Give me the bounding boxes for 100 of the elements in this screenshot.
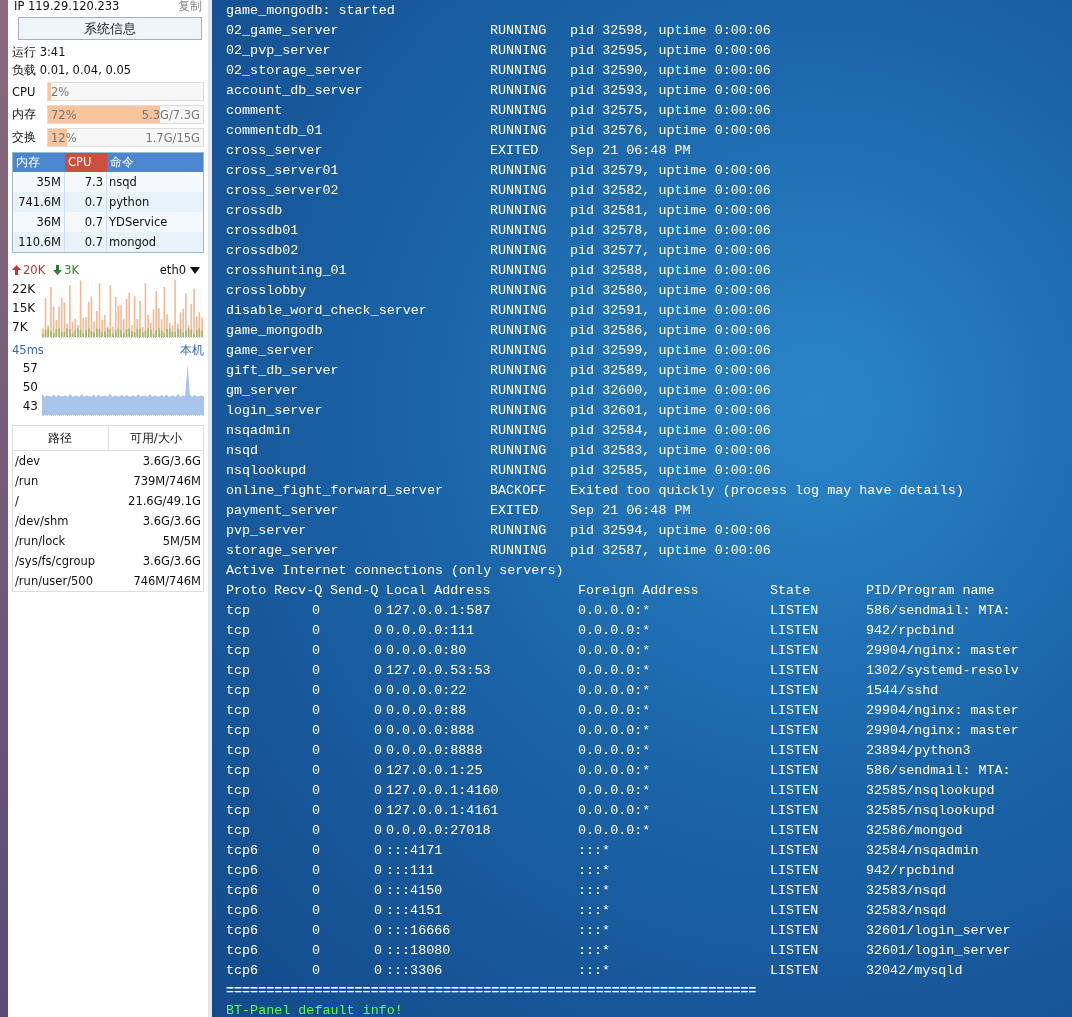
- table-cell-text: 0.0.0.0:*: [578, 702, 652, 720]
- table-cell-text: :::*: [578, 902, 612, 920]
- table-cell-text: 0: [310, 602, 321, 620]
- service-detail: pid 32582, uptime 0:00:06: [570, 182, 772, 200]
- service-status: RUNNING: [490, 102, 548, 120]
- service-name: crossdb01: [226, 222, 300, 240]
- service-detail: pid 32576, uptime 0:00:06: [570, 122, 772, 140]
- service-detail: pid 32594, uptime 0:00:06: [570, 522, 772, 540]
- table-cell-text: 0: [372, 922, 383, 940]
- table-cell-text: 32042/mysqld: [866, 962, 964, 980]
- table-cell-text: 0: [372, 882, 383, 900]
- table-cell-text: :::16666: [386, 922, 452, 940]
- table-cell-text: 0.0.0.0:*: [578, 602, 652, 620]
- table-cell-text: 0: [310, 722, 321, 740]
- download-rate: 3K: [53, 263, 80, 277]
- table-cell-text: 0: [372, 802, 383, 820]
- table-cell-text: 23894/python3: [866, 742, 972, 760]
- table-cell-text: 29904/nginx: master: [866, 642, 1020, 660]
- service-status: RUNNING: [490, 542, 548, 560]
- table-cell-text: 0: [372, 722, 383, 740]
- table-cell-text: :::*: [578, 922, 612, 940]
- table-cell-text: nsqd: [108, 174, 138, 191]
- table-cell-text: 0: [310, 942, 321, 960]
- service-status: RUNNING: [490, 202, 548, 220]
- table-cell-text: 0.0.0.0:*: [578, 762, 652, 780]
- table-cell-text: tcp: [226, 602, 252, 620]
- table-cell-text: 0.0.0.0:*: [578, 802, 652, 820]
- table-cell-text: 0: [310, 822, 321, 840]
- table-cell-text: :::*: [578, 962, 612, 980]
- service-status: RUNNING: [490, 162, 548, 180]
- service-name: comment: [226, 102, 284, 120]
- table-cell-text: mongod: [108, 234, 158, 251]
- terminal-line: game_mongodb: started: [226, 2, 396, 20]
- separator-line: ==================================================================: [226, 982, 758, 1000]
- service-status: RUNNING: [490, 322, 548, 340]
- column-header[interactable]: 命令: [107, 153, 203, 172]
- table-cell-text: :::111: [386, 862, 436, 880]
- table-cell-text: /run: [15, 473, 39, 490]
- table-cell-text: LISTEN: [770, 842, 820, 860]
- table-cell-text: 0.0.0.0:27018: [386, 822, 492, 840]
- table-cell-text: tcp: [226, 722, 252, 740]
- table-cell-text: tcp: [226, 622, 252, 640]
- table-cell-text: 746M/746M: [133, 573, 201, 590]
- table-cell-text: 0.0.0.0:888: [386, 722, 476, 740]
- service-detail: pid 32599, uptime 0:00:06: [570, 342, 772, 360]
- service-name: pvp_server: [226, 522, 308, 540]
- service-detail: pid 32579, uptime 0:00:06: [570, 162, 772, 180]
- table-cell-text: :::*: [578, 942, 612, 960]
- table-cell-text: /sys/fs/cgroup: [15, 553, 96, 570]
- table-cell-text: 942/rpcbind: [866, 622, 956, 640]
- table-cell-text: LISTEN: [770, 882, 820, 900]
- table-cell-text: 0.0.0.0:111: [386, 622, 476, 640]
- table-cell-text: 0: [310, 742, 321, 760]
- service-name: account_db_server: [226, 82, 364, 100]
- service-detail: pid 32587, uptime 0:00:06: [570, 542, 772, 560]
- table-cell-text: 586/sendmail: MTA:: [866, 602, 1012, 620]
- table-cell-text: 5M/5M: [162, 533, 201, 550]
- table-cell-text: LISTEN: [770, 742, 820, 760]
- terminal-line: BT-Panel default info!: [226, 1002, 404, 1017]
- column-header[interactable]: 内存: [13, 153, 65, 172]
- interface-dropdown[interactable]: eth0: [159, 263, 204, 277]
- service-detail: pid 32593, uptime 0:00:06: [570, 82, 772, 100]
- service-detail: pid 32600, uptime 0:00:06: [570, 382, 772, 400]
- service-status: RUNNING: [490, 182, 548, 200]
- table-cell-text: python: [108, 194, 151, 211]
- table-cell-text: 32601/login_server: [866, 922, 1012, 940]
- axis-label: 57: [22, 361, 38, 376]
- service-status: EXITED: [490, 142, 540, 160]
- table-cell-text: 0: [372, 662, 383, 680]
- service-status: RUNNING: [490, 222, 548, 240]
- table-cell-text: tcp6: [226, 842, 260, 860]
- terminal-line: Active Internet connections (only servers): [226, 562, 565, 580]
- service-status: RUNNING: [490, 62, 548, 80]
- column-header: Local Address: [386, 582, 492, 600]
- table-cell-text: 0: [310, 642, 321, 660]
- caret-icon: [190, 266, 200, 274]
- service-name: game_server: [226, 342, 316, 360]
- service-status: RUNNING: [490, 242, 548, 260]
- axis-label: 50: [22, 380, 38, 394]
- table-cell-text: 0.0.0.0:80: [386, 642, 468, 660]
- table-cell-text: 32585/nsqlookupd: [866, 802, 996, 820]
- table-cell-text: 32585/nsqlookupd: [866, 782, 996, 800]
- service-name: payment_server: [226, 502, 340, 520]
- service-status: RUNNING: [490, 522, 548, 540]
- service-detail: pid 32575, uptime 0:00:06: [570, 102, 772, 120]
- column-header: Foreign Address: [578, 582, 700, 600]
- service-detail: pid 32588, uptime 0:00:06: [570, 262, 772, 280]
- table-cell-text: 29904/nginx: master: [866, 722, 1020, 740]
- table-cell-text: 0: [310, 762, 321, 780]
- table-cell-text: tcp6: [226, 862, 260, 880]
- system-info-button[interactable]: 系统信息: [18, 17, 202, 40]
- copy-link[interactable]: 复制: [178, 0, 202, 13]
- table-cell-text: LISTEN: [770, 962, 820, 980]
- column-header: State: [770, 582, 812, 600]
- service-name: gift_db_server: [226, 362, 340, 380]
- table-cell-text: 942/rpcbind: [866, 862, 956, 880]
- table-cell-text: :::3306: [386, 962, 444, 980]
- latency-value: 45ms: [12, 343, 44, 357]
- column-header[interactable]: CPU: [65, 153, 107, 172]
- axis-label: 15K: [12, 301, 37, 315]
